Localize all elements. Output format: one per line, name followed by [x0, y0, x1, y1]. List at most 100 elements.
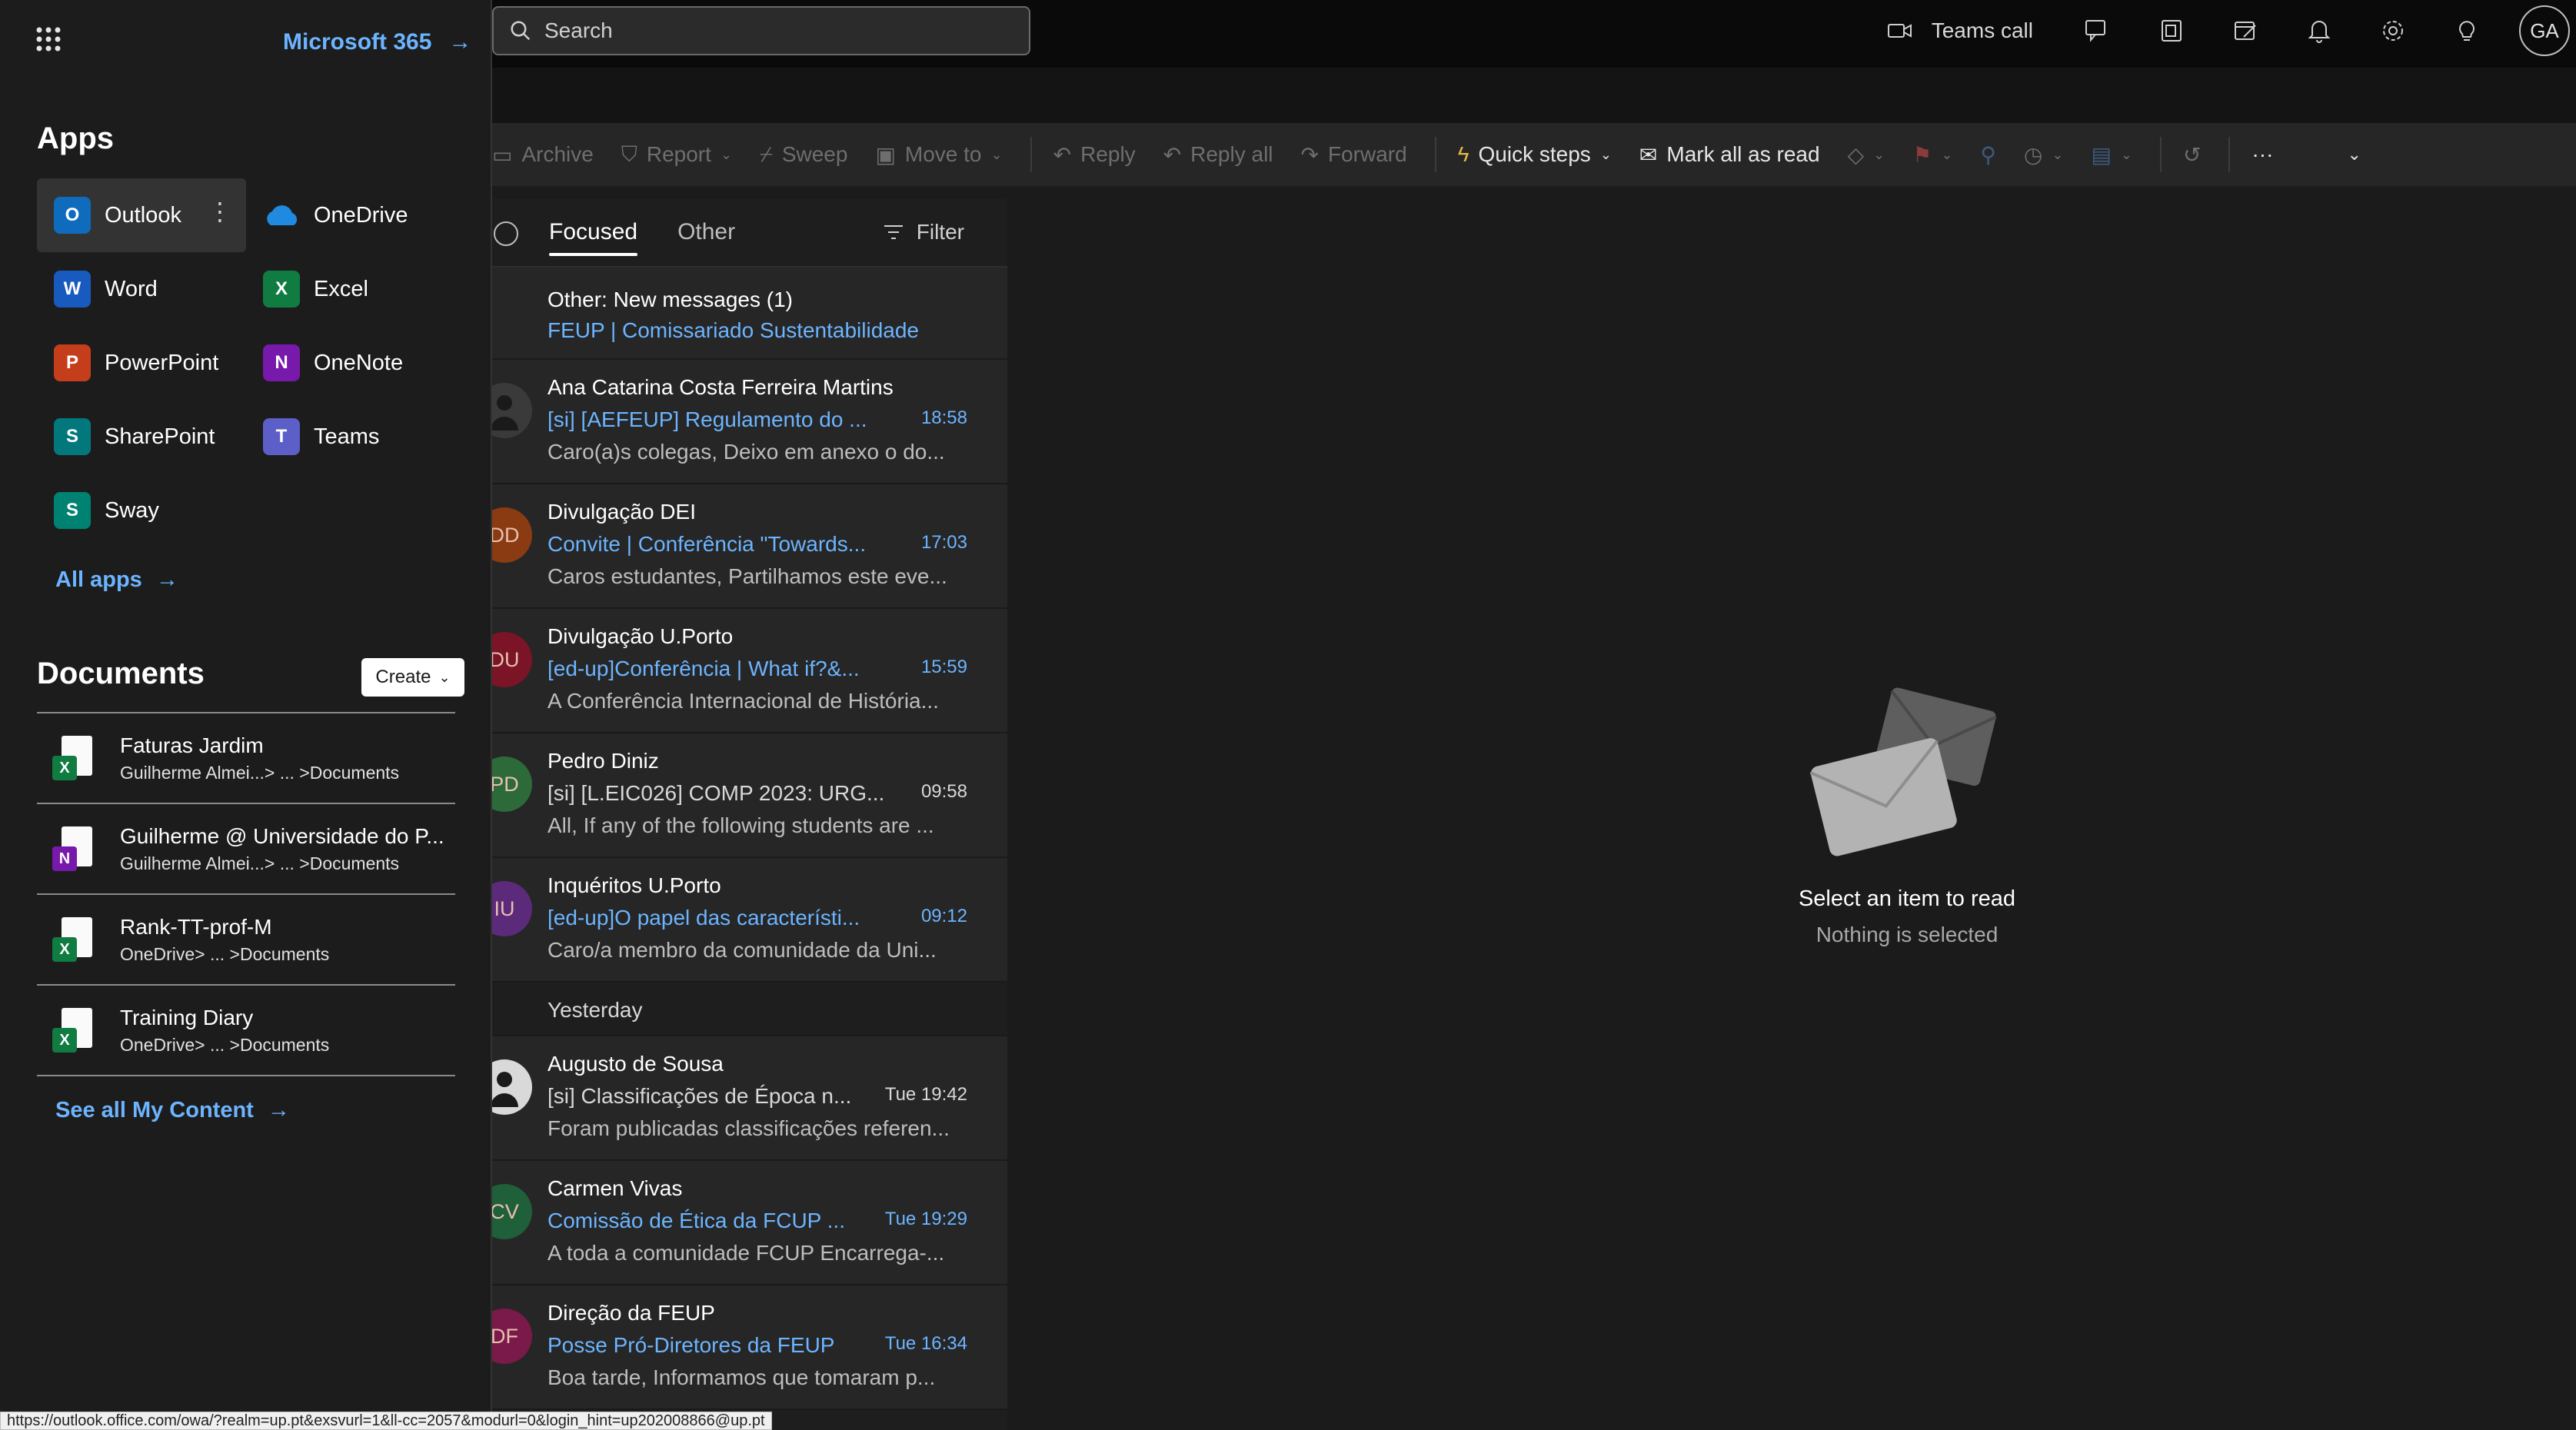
forward-icon: ↷ — [1300, 142, 1319, 167]
select-all-checkbox[interactable] — [494, 221, 518, 246]
teams-call-button[interactable]: Teams call — [1887, 18, 2033, 43]
tag-button[interactable]: ◇ ⌄ — [1848, 142, 1885, 168]
documents-heading: Documents — [37, 657, 205, 690]
message-item[interactable]: DF Direção da FEUP Posse Pró-Diretores da … — [492, 1285, 1007, 1410]
lightbulb-icon[interactable] — [2430, 0, 2504, 62]
app-tile-sway[interactable]: S Sway — [37, 474, 246, 547]
app-tile-outlook[interactable]: O Outlook ⋮ — [37, 178, 246, 252]
yesterday-group: Augusto de Sousa [si] Classificações de É… — [492, 1036, 1007, 1410]
app-tile-word[interactable]: W Word — [37, 252, 246, 326]
other-inbox-notice[interactable]: Other: New messages (1) FEUP | Comissari… — [492, 268, 1007, 360]
calendar-edit-icon[interactable] — [2208, 0, 2282, 62]
avatar-initials: DF — [492, 1324, 518, 1348]
forward-button[interactable]: ↷ Forward — [1301, 142, 1407, 168]
avatar-initials: PD — [492, 772, 519, 796]
message-preview: Boa tarde, Informamos que tomaram p... — [547, 1365, 936, 1389]
arrow-right-icon: → — [448, 29, 472, 55]
message-sender: Inquéritos U.Porto — [547, 873, 721, 897]
message-subject-row: [ed-up]O papel das característi... 09:12 — [547, 906, 1007, 930]
ellipsis-icon: ··· — [2252, 142, 2274, 166]
message-subject: [si] [AEFEUP] Regulamento do ... — [547, 407, 867, 431]
document-name: Training Diary — [120, 1005, 254, 1029]
avatar: DF — [492, 1309, 532, 1364]
app-tile-powerpoint[interactable]: P PowerPoint — [37, 326, 246, 400]
microsoft-365-link[interactable]: Microsoft 365 → — [283, 29, 471, 55]
search-box[interactable]: Search — [492, 6, 1030, 55]
message-time: 15:59 — [920, 657, 967, 677]
reply-all-button[interactable]: ↶ Reply all — [1163, 142, 1273, 168]
report-button[interactable]: ⛉ Report ⌄ — [621, 142, 732, 168]
chat-icon[interactable] — [2061, 0, 2135, 62]
reading-title: Select an item to read — [1798, 886, 2016, 911]
gear-icon[interactable] — [2356, 0, 2430, 62]
undo-icon: ↺ — [2183, 142, 2202, 167]
message-item[interactable]: Augusto de Sousa [si] Classificações de É… — [492, 1036, 1007, 1161]
message-item[interactable]: CV Carmen Vivas Comissão de Ética da FCUP … — [492, 1161, 1007, 1285]
ribbon-expand-button[interactable]: ⌄ — [2347, 145, 2361, 165]
chevron-down-icon: ⌄ — [438, 669, 451, 685]
snooze-button[interactable]: ◷ ⌄ — [2024, 142, 2064, 168]
microsoft-365-label: Microsoft 365 — [283, 29, 432, 55]
ribbon-divider — [2228, 137, 2231, 172]
archive-button[interactable]: ▭ Archive — [492, 142, 594, 168]
app-tile-onedrive[interactable]: OneDrive — [246, 178, 455, 252]
more-options-icon[interactable]: ⋮ — [208, 197, 232, 226]
shield-icon: ⛉ — [621, 141, 637, 166]
message-subject: [ed-up]O papel das característi... — [547, 906, 860, 930]
app-label: OneDrive — [314, 202, 408, 228]
message-item[interactable]: PD Pedro Diniz [si] [L.EIC026] COMP 2023: … — [492, 733, 1007, 858]
waffle-icon[interactable] — [35, 26, 62, 52]
office-icon[interactable] — [2135, 0, 2208, 62]
avatar-initials: CV — [492, 1199, 519, 1223]
document-path: OneDrive> ... >Documents — [120, 943, 330, 964]
avatar: IU — [492, 881, 532, 936]
avatar: CV — [492, 1184, 532, 1239]
message-item[interactable]: DU Divulgação U.Porto [ed-up]Conferência |… — [492, 609, 1007, 733]
sweep-label: Sweep — [781, 142, 848, 166]
sweep-button[interactable]: ⌿ Sweep — [760, 142, 847, 168]
undo-button[interactable]: ↺ — [2183, 142, 2201, 168]
quick-steps-button[interactable]: ϟ Quick steps ⌄ — [1458, 142, 1612, 167]
archive-icon: ▭ — [492, 142, 513, 167]
avatar-initials: DD — [492, 523, 520, 547]
message-item[interactable]: DD Divulgação DEI Convite | Conferência "T… — [492, 484, 1007, 609]
tab-focused[interactable]: Focused — [549, 219, 638, 256]
message-item[interactable]: Ana Catarina Costa Ferreira Martins [si] … — [492, 360, 1007, 484]
all-apps-link[interactable]: All apps → — [55, 567, 178, 593]
reply-button[interactable]: ↶ Reply — [1053, 142, 1136, 168]
app-tile-onenote[interactable]: N OneNote — [246, 326, 455, 400]
mark-all-read-button[interactable]: ✉ Mark all as read — [1639, 142, 1820, 168]
move-to-button[interactable]: ▣ Move to ⌄ — [875, 142, 1002, 168]
see-all-label: See all My Content — [55, 1098, 254, 1122]
message-item[interactable]: IU Inquéritos U.Porto [ed-up]O papel das c… — [492, 858, 1007, 983]
see-all-content-link[interactable]: See all My Content → — [55, 1098, 290, 1123]
onenote-file-icon: N — [52, 826, 92, 871]
flag-button[interactable]: ⚑ ⌄ — [1912, 142, 1952, 168]
document-item[interactable]: N Guilherme @ Universidade do P... Guilher… — [37, 804, 455, 895]
message-time: Tue 19:29 — [884, 1209, 967, 1229]
tab-other[interactable]: Other — [677, 219, 735, 245]
rules-button[interactable]: ▤ ⌄ — [2091, 142, 2132, 168]
chevron-down-icon: ⌄ — [720, 146, 732, 162]
app-tile-teams[interactable]: T Teams — [246, 400, 455, 474]
notice-link[interactable]: FEUP | Comissariado Sustentabilidade — [547, 318, 1007, 343]
document-item[interactable]: X Rank-TT-prof-M OneDrive> ... >Documents — [37, 895, 455, 986]
onedrive-icon — [263, 197, 300, 234]
excel-file-icon: X — [52, 1008, 92, 1053]
create-button[interactable]: Create ⌄ — [361, 658, 464, 697]
app-tile-excel[interactable]: X Excel — [246, 252, 455, 326]
filter-button[interactable]: Filter — [883, 220, 964, 244]
pin-button[interactable]: ⚲ — [1980, 142, 1996, 168]
more-options-button[interactable]: ··· — [2252, 142, 2273, 167]
bell-icon[interactable] — [2282, 0, 2356, 62]
avatar: PD — [492, 757, 532, 812]
document-item[interactable]: X Faturas Jardim Guilherme Almei...> ... >… — [37, 713, 455, 804]
app-tile-sharepoint[interactable]: S SharePoint — [37, 400, 246, 474]
document-path: Guilherme Almei...> ... >Documents — [120, 762, 400, 783]
account-avatar[interactable]: GA — [2519, 5, 2570, 56]
chevron-down-icon: ⌄ — [2347, 145, 2361, 164]
avatar-initials: DU — [492, 647, 520, 671]
all-apps-label: All apps — [55, 567, 142, 592]
message-sender: Carmen Vivas — [547, 1176, 683, 1200]
document-item[interactable]: X Training Diary OneDrive> ... >Documents — [37, 986, 455, 1076]
